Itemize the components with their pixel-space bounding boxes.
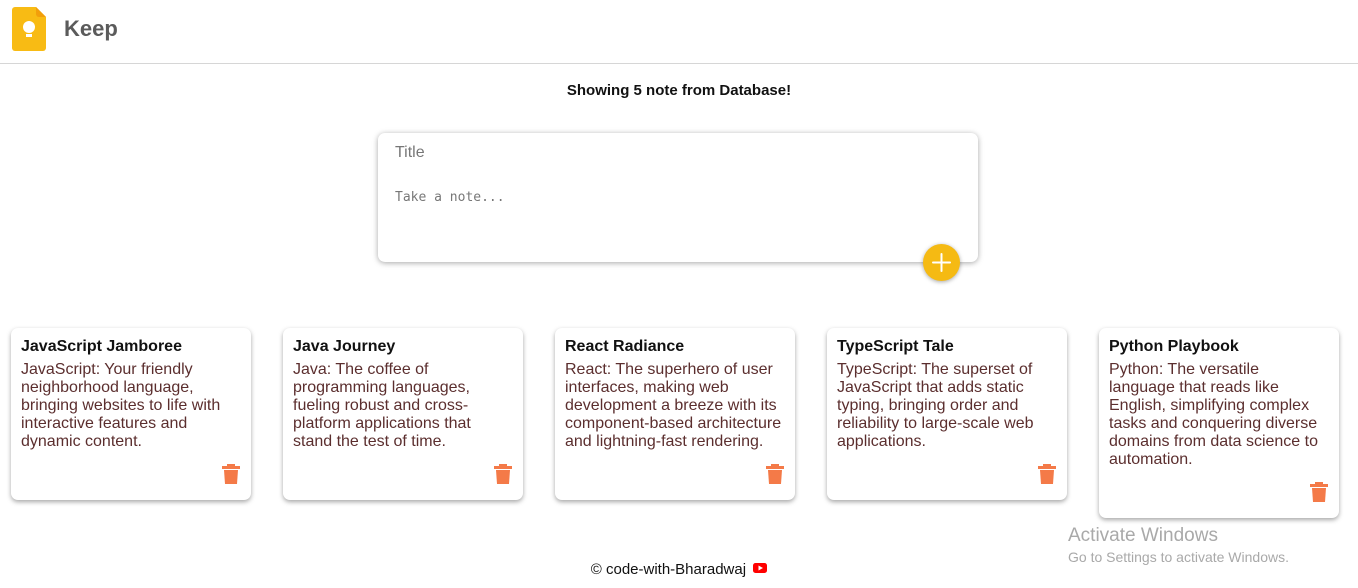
delete-note-button[interactable] xyxy=(493,464,513,486)
note-card: JavaScript Jamboree JavaScript: Your fri… xyxy=(11,328,251,500)
delete-note-button[interactable] xyxy=(1309,482,1329,504)
note-content: React: The superhero of user interfaces,… xyxy=(565,361,782,450)
note-title: Python Playbook xyxy=(1109,338,1239,355)
delete-note-button[interactable] xyxy=(765,464,785,486)
note-card: Python Playbook Python: The versatile la… xyxy=(1099,328,1339,518)
note-card: TypeScript Tale TypeScript: The superset… xyxy=(827,328,1067,500)
note-title: TypeScript Tale xyxy=(837,338,954,355)
watermark-title: Activate Windows xyxy=(1068,525,1218,546)
trash-icon xyxy=(1038,464,1056,484)
note-title: JavaScript Jamboree xyxy=(21,338,182,355)
footer: © code-with-Bharadwaj xyxy=(0,561,1358,578)
trash-icon xyxy=(1310,482,1328,502)
note-title: React Radiance xyxy=(565,338,685,355)
note-content: JavaScript: Your friendly neighborhood l… xyxy=(21,361,221,450)
delete-note-button[interactable] xyxy=(221,464,241,486)
note-content: TypeScript: The superset of JavaScript t… xyxy=(837,361,1034,450)
delete-note-button[interactable] xyxy=(1037,464,1057,486)
add-note-button[interactable] xyxy=(923,244,960,281)
trash-icon xyxy=(766,464,784,484)
note-title-input[interactable] xyxy=(395,142,955,164)
app-header: Keep xyxy=(0,0,1358,64)
plus-icon xyxy=(932,253,951,272)
footer-text: © code-with-Bharadwaj xyxy=(590,561,747,578)
trash-icon xyxy=(494,464,512,484)
trash-icon xyxy=(222,464,240,484)
note-content-input[interactable] xyxy=(395,190,955,230)
notes-count-message: Showing 5 note from Database! xyxy=(566,82,792,99)
note-card: React Radiance React: The superhero of u… xyxy=(555,328,795,500)
note-content: Python: The versatile language that read… xyxy=(1109,361,1318,468)
note-title: Java Journey xyxy=(293,338,396,355)
note-composer xyxy=(378,133,978,262)
activate-windows-watermark: Activate Windows Go to Settings to activ… xyxy=(1068,525,1289,566)
note-content: Java: The coffee of programming language… xyxy=(293,361,471,450)
keep-bulb-icon[interactable] xyxy=(12,7,46,51)
note-card: Java Journey Java: The coffee of program… xyxy=(283,328,523,500)
app-title: Keep xyxy=(64,16,118,41)
youtube-icon[interactable] xyxy=(753,563,768,573)
